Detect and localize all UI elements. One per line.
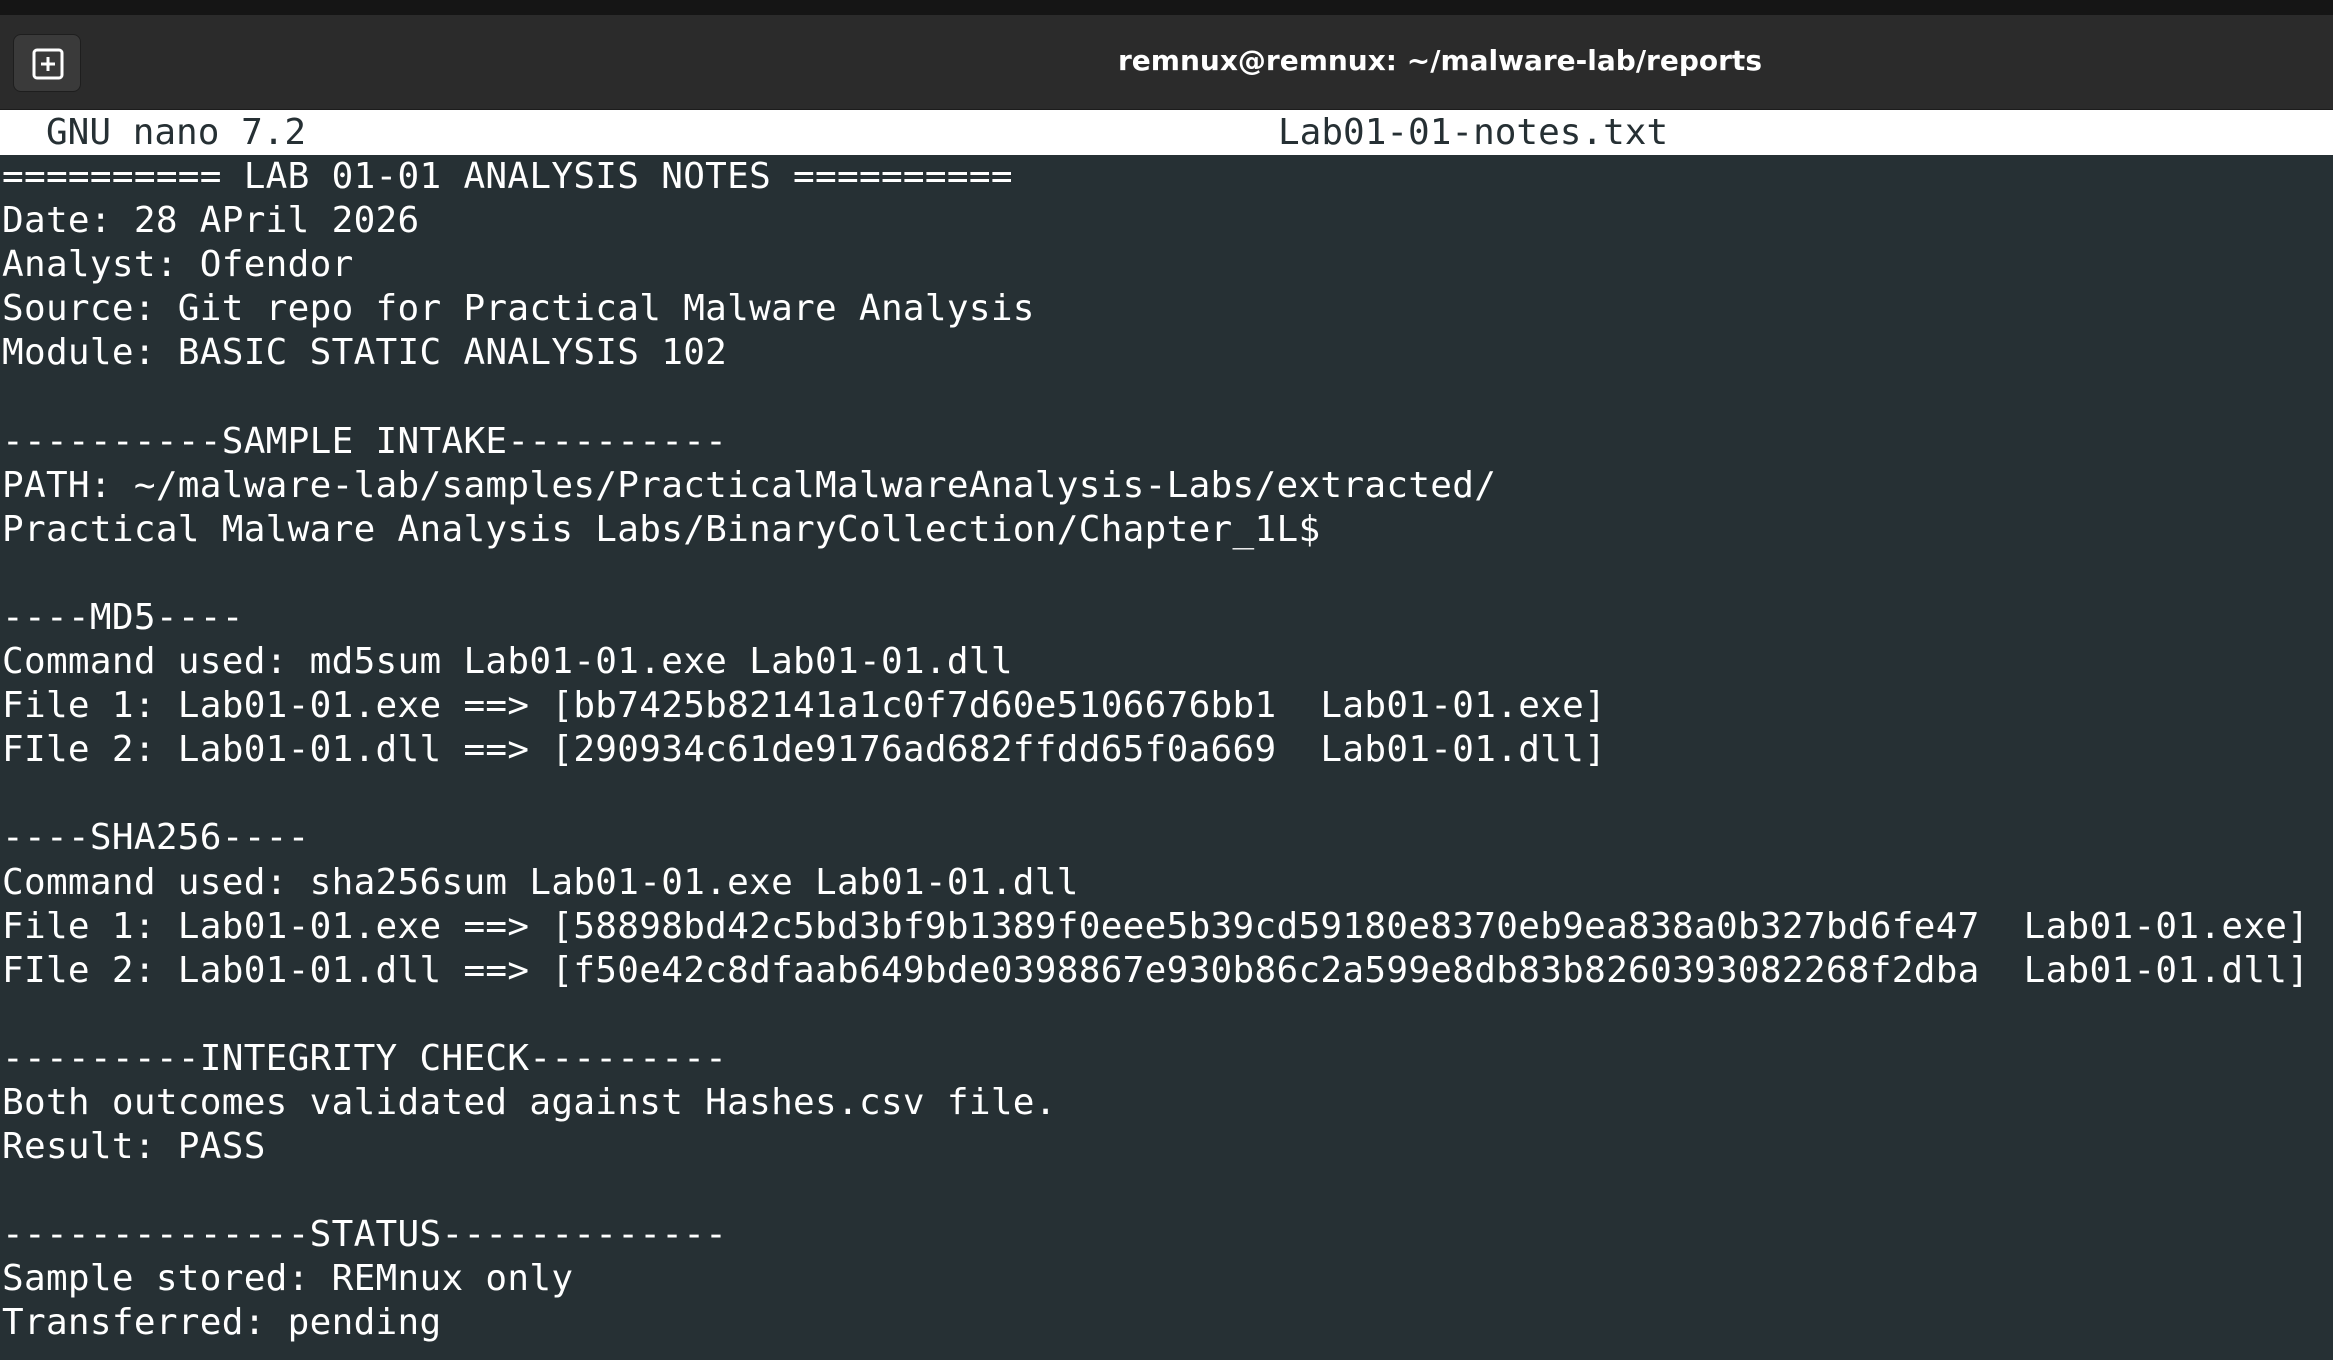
editor-line: Module: BASIC STATIC ANALYSIS 102	[2, 332, 728, 374]
editor-line: Both outcomes validated against Hashes.c…	[2, 1081, 1057, 1123]
nano-filename: Lab01-01-notes.txt	[1278, 112, 1669, 153]
editor-line: FIle 2: Lab01-01.dll ==> [f50e42c8dfaab6…	[2, 949, 2310, 991]
editor-line: Sample stored: REMnux only	[2, 1258, 574, 1300]
nano-version: GNU nano 7.2	[46, 112, 307, 153]
editor-line: Practical Malware Analysis Labs/BinaryCo…	[2, 508, 1321, 550]
editor-line: FIle 2: Lab01-01.dll ==> [290934c61de917…	[2, 729, 1607, 771]
editor-line: Result: PASS	[2, 1126, 266, 1168]
editor-line: PATH: ~/malware-lab/samples/PracticalMal…	[2, 464, 1497, 506]
nano-title-bar: GNU nano 7.2 Lab01-01-notes.txt	[0, 110, 2333, 155]
editor-line: Date: 28 APril 2026	[2, 200, 420, 242]
top-edge-strip	[0, 0, 2333, 15]
editor-line: Command used: md5sum Lab01-01.exe Lab01-…	[2, 641, 1013, 683]
editor-line: File 1: Lab01-01.exe ==> [bb7425b82141a1…	[2, 685, 1607, 727]
editor-line: --------------STATUS-------------	[2, 1214, 728, 1256]
editor-line: ----MD5----	[2, 596, 244, 638]
editor-line: Analyst: Ofendor	[2, 244, 354, 286]
editor-line: File 1: Lab01-01.exe ==> [58898bd42c5bd3…	[2, 905, 2310, 947]
editor-line: Transferred: pending	[2, 1302, 442, 1344]
terminal-titlebar: remnux@remnux: ~/malware-lab/reports	[0, 15, 2333, 110]
editor-text-area[interactable]: ========== LAB 01-01 ANALYSIS NOTES ====…	[2, 155, 2333, 1360]
editor-line: Source: Git repo for Practical Malware A…	[2, 288, 1035, 330]
editor-line: ----------SAMPLE INTAKE----------	[2, 420, 728, 462]
editor-line: ----SHA256----	[2, 817, 310, 859]
editor-line: ---------INTEGRITY CHECK---------	[2, 1037, 728, 1079]
editor-line: ========== LAB 01-01 ANALYSIS NOTES ====…	[2, 156, 1013, 197]
editor-line: Command used: sha256sum Lab01-01.exe Lab…	[2, 861, 1079, 903]
window-title-container: remnux@remnux: ~/malware-lab/reports	[0, 15, 2333, 109]
window-title: remnux@remnux: ~/malware-lab/reports	[1118, 44, 1762, 77]
